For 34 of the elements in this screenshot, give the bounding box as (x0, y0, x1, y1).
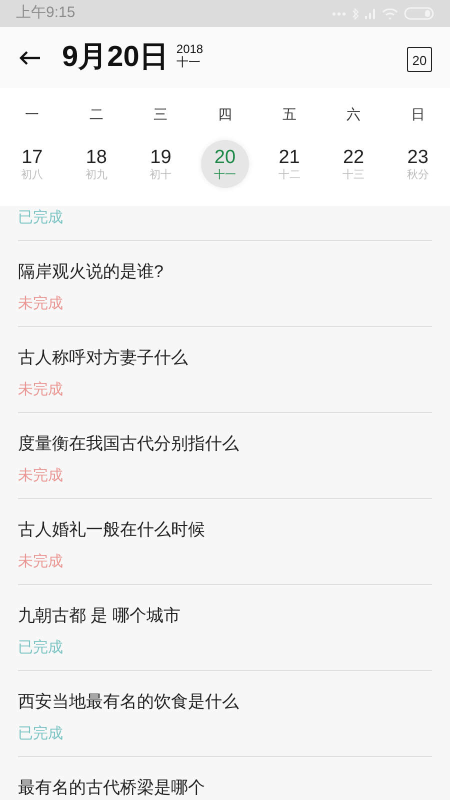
weekday-label: 日 (410, 104, 425, 124)
weekday-label: 一 (25, 104, 40, 124)
day-cell[interactable]: 22 十三 (330, 140, 378, 188)
day-cell[interactable]: 21 十二 (265, 140, 314, 188)
header-lunar: 十一 (176, 56, 202, 68)
status-label: 已完成 (18, 208, 64, 228)
question-text[interactable]: 古人婚礼一般在什么时候 (18, 518, 432, 542)
question-text[interactable]: 古人称呼对方妻子什么 (18, 346, 432, 370)
weekday-label: 六 (346, 104, 361, 124)
status-label: 已完成 (18, 638, 64, 658)
weekday-label: 四 (218, 104, 232, 124)
back-icon[interactable] (18, 50, 42, 66)
status-label: 未完成 (18, 552, 64, 572)
question-text[interactable]: 最有名的古代桥梁是哪个 (18, 776, 432, 800)
weekday-label: 三 (154, 104, 168, 124)
day-cell[interactable]: 20 十一 (200, 140, 249, 188)
weekday-label: 二 (89, 104, 104, 124)
day-cell[interactable]: 18 初九 (72, 140, 120, 188)
question-text[interactable]: 隔岸观火说的是谁? (18, 260, 432, 284)
status-label: 未完成 (18, 466, 64, 486)
header-date: 9月20日 (62, 40, 168, 75)
day-cell[interactable]: 17 初八 (8, 140, 56, 188)
status-label: 未完成 (18, 294, 64, 314)
header-year: 2018 (176, 42, 204, 56)
weekday-label: 五 (282, 104, 296, 124)
question-text[interactable]: 度量衡在我国古代分别指什么 (18, 432, 432, 456)
calendar-button[interactable]: 20 (407, 47, 432, 72)
question-text[interactable]: 九朝古都 是 哪个城市 (18, 604, 432, 628)
day-cell[interactable]: 23 秋分 (394, 140, 442, 188)
status-label: 已完成 (18, 724, 64, 744)
question-text[interactable]: 西安当地最有名的饮食是什么 (18, 690, 432, 714)
day-cell[interactable]: 19 初十 (136, 140, 185, 188)
status-time: 上午9:15 (16, 3, 76, 24)
status-label: 未完成 (18, 380, 64, 400)
